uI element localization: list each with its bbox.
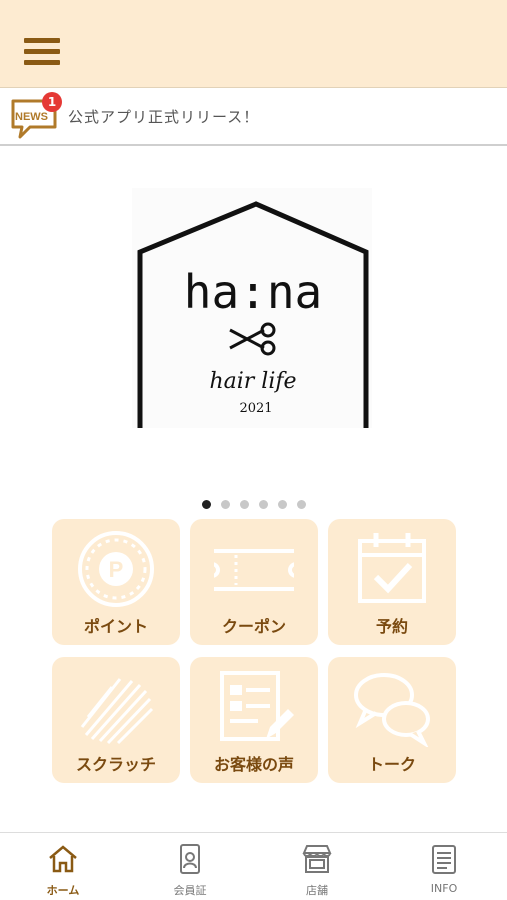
tab-store[interactable]: 店舗 — [254, 833, 380, 900]
chat-bubbles-icon — [354, 673, 430, 747]
coupon-ticket-icon — [214, 549, 294, 591]
news-headline[interactable]: 公式アプリ正式リリース！ — [68, 106, 259, 127]
tab-label: INFO — [430, 882, 458, 895]
carousel-dot[interactable] — [201, 500, 211, 509]
point-coin-icon: P — [78, 531, 154, 607]
tab-info[interactable]: INFO — [381, 833, 507, 900]
news-bar[interactable]: NEWS 1 公式アプリ正式リリース！ — [0, 88, 507, 146]
tile-label: クーポン — [221, 617, 286, 636]
info-document-icon — [432, 845, 456, 874]
scratch-icon — [80, 678, 154, 745]
logo-title: ha:na — [184, 265, 322, 319]
tab-label: ホーム — [46, 884, 80, 897]
tile-label: お客様の声 — [213, 755, 294, 774]
tile-label: スクラッチ — [75, 755, 156, 774]
tab-label: 店舗 — [306, 884, 328, 897]
tab-home[interactable]: ホーム — [0, 833, 126, 900]
tile-point[interactable]: P ポイント — [52, 519, 180, 645]
carousel-dot[interactable] — [258, 500, 268, 509]
carousel-dots — [0, 494, 507, 509]
tile-coupon[interactable]: クーポン — [190, 519, 318, 645]
tile-customer-voice[interactable]: お客様の声 — [190, 657, 318, 783]
news-badge: 1 — [42, 92, 62, 112]
app-header — [0, 0, 507, 88]
logo-year: 2021 — [239, 401, 272, 416]
tab-label: 会員証 — [173, 884, 207, 897]
bottom-tab-bar: ホーム 会員証 店舗 INFO — [0, 832, 507, 900]
carousel-dot[interactable] — [239, 500, 249, 509]
tile-scratch[interactable]: スクラッチ — [52, 657, 180, 783]
hamburger-menu-icon[interactable] — [24, 38, 60, 70]
calendar-check-icon — [358, 533, 426, 603]
news-icon-text: NEWS — [15, 111, 48, 123]
hair-salon-logo: ha:na hair life 2021 — [132, 188, 372, 428]
logo-script: hair life — [209, 369, 296, 394]
member-card-icon — [180, 844, 200, 874]
tile-label: ポイント — [83, 617, 148, 636]
tile-talk[interactable]: トーク — [328, 657, 456, 783]
tab-member-card[interactable]: 会員証 — [127, 833, 253, 900]
tile-reservation[interactable]: 予約 — [328, 519, 456, 645]
svg-text:P: P — [109, 557, 124, 582]
hero-banner[interactable]: ha:na hair life 2021 — [0, 148, 507, 488]
tile-label: 予約 — [375, 617, 408, 636]
carousel-dot[interactable] — [277, 500, 287, 509]
store-icon — [302, 845, 332, 873]
carousel-dot[interactable] — [296, 500, 306, 509]
carousel-dot[interactable] — [220, 500, 230, 509]
tile-label: トーク — [367, 755, 416, 774]
review-form-icon — [220, 671, 294, 741]
home-icon — [49, 845, 77, 873]
